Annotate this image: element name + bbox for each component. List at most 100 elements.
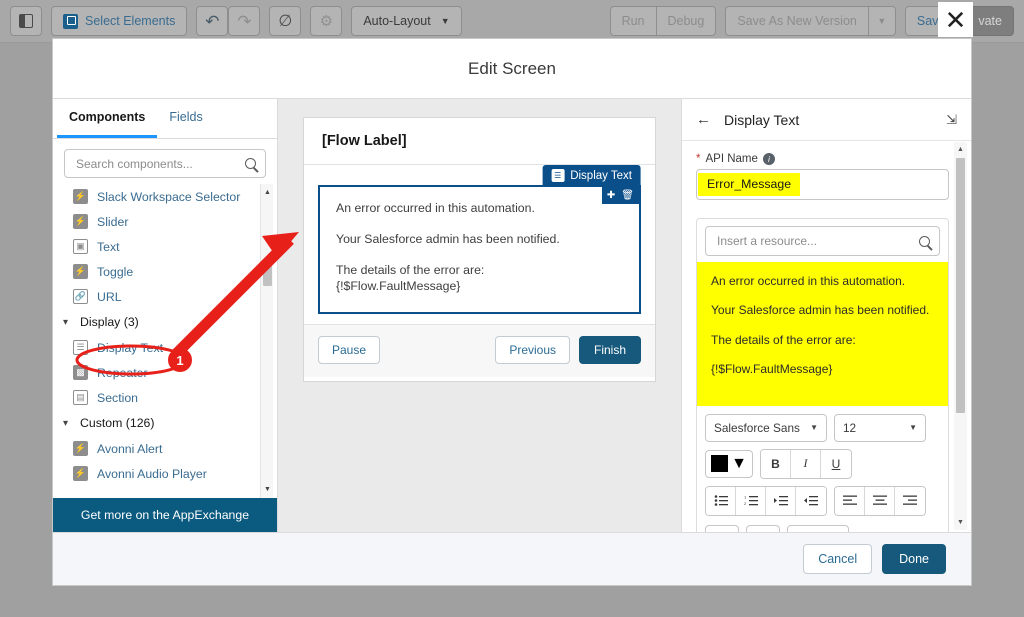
scroll-up-icon[interactable]: ▲ xyxy=(954,143,967,156)
font-size-dropdown[interactable]: 12 ▼ xyxy=(834,414,926,442)
outdent-button[interactable] xyxy=(796,487,826,515)
chevron-down-icon: ▼ xyxy=(810,423,818,432)
tab-components[interactable]: Components xyxy=(57,99,157,138)
layout-mode-dropdown[interactable]: Auto-Layout ▼ xyxy=(351,6,461,36)
font-family-dropdown[interactable]: Salesforce Sans ▼ xyxy=(705,414,827,442)
display-text-component[interactable]: ✚ 🗑 An error occurred in this automation… xyxy=(318,185,641,314)
component-item-slider[interactable]: ⚡ Slider xyxy=(57,209,277,234)
settings-button[interactable]: ⚙ xyxy=(310,6,342,36)
rte-toolbar: Salesforce Sans ▼ 12 ▼ ▼ xyxy=(697,406,948,532)
align-left-icon xyxy=(843,495,857,506)
component-group-custom[interactable]: ▾ Custom (126) xyxy=(57,410,277,436)
finish-button[interactable]: Finish xyxy=(579,336,641,364)
selected-component-tab[interactable]: ☰ Display Text xyxy=(542,165,641,186)
api-name-field[interactable]: Error_Message xyxy=(696,169,949,200)
scroll-up-icon[interactable]: ▲ xyxy=(261,186,274,199)
component-item-url[interactable]: 🔗 URL xyxy=(57,284,277,309)
component-item-avonni-alert[interactable]: ⚡ Avonni Alert xyxy=(57,436,277,461)
search-components-box[interactable] xyxy=(64,149,266,178)
component-item-slack-workspace-selector[interactable]: ⚡ Slack Workspace Selector xyxy=(57,184,277,209)
done-button[interactable]: Done xyxy=(882,544,946,574)
canvas-body: ☰ Display Text ✚ 🗑 An error occurred in … xyxy=(304,165,655,324)
italic-button[interactable]: I xyxy=(791,450,821,478)
align-left-button[interactable] xyxy=(835,487,865,515)
rte-text-line: The details of the error are: xyxy=(711,333,934,347)
chevron-down-icon: ▼ xyxy=(877,16,886,26)
scrollbar-thumb[interactable] xyxy=(263,262,272,286)
scroll-down-icon[interactable]: ▼ xyxy=(261,483,274,496)
back-arrow-icon[interactable]: ← xyxy=(696,111,711,128)
undo-button[interactable]: ↶ xyxy=(196,6,228,36)
move-icon[interactable]: ✚ xyxy=(607,190,615,201)
cancel-selection-button[interactable]: ∅ xyxy=(269,6,301,36)
component-item-repeater[interactable]: ▩ Repeater xyxy=(57,360,277,385)
previous-button[interactable]: Previous xyxy=(495,336,570,364)
close-icon: ✕ xyxy=(945,7,967,33)
close-button[interactable]: ✕ xyxy=(938,2,973,37)
trash-icon[interactable]: 🗑 xyxy=(621,190,634,201)
align-right-icon xyxy=(903,495,917,506)
bulleted-list-button[interactable] xyxy=(706,487,736,515)
rte-overflow-button[interactable] xyxy=(787,525,849,532)
display-text-icon: ☰ xyxy=(73,340,88,355)
info-icon[interactable]: i xyxy=(763,153,775,165)
done-label: Done xyxy=(899,552,929,566)
appexchange-link[interactable]: Get more on the AppExchange xyxy=(53,498,277,532)
tab-fields-label: Fields xyxy=(169,110,202,124)
toggle-left-panel-button[interactable] xyxy=(10,6,42,36)
component-item-section[interactable]: ▤ Section xyxy=(57,385,277,410)
cancel-icon: ∅ xyxy=(278,11,292,31)
scrollbar-thumb[interactable] xyxy=(956,158,965,413)
numbered-list-button[interactable]: 1 2 xyxy=(736,487,766,515)
select-elements-button[interactable]: Select Elements xyxy=(51,6,187,36)
pause-button[interactable]: Pause xyxy=(318,336,380,364)
lightning-icon: ⚡ xyxy=(73,264,88,279)
components-scrollbar[interactable]: ▲ ▼ xyxy=(260,184,273,498)
text-color-picker[interactable]: ▼ xyxy=(705,450,753,478)
components-list[interactable]: ⚡ Slack Workspace Selector ⚡ Slider ▣ Te… xyxy=(53,184,277,498)
component-item-toggle[interactable]: ⚡ Toggle xyxy=(57,259,277,284)
expand-icon[interactable]: ⇲ xyxy=(946,112,957,128)
save-options-dropdown[interactable]: ▼ xyxy=(868,6,896,36)
insert-resource-box[interactable] xyxy=(705,226,940,256)
save-as-new-version-button[interactable]: Save As New Version xyxy=(725,6,868,36)
redo-button[interactable]: ↷ xyxy=(228,6,260,36)
component-item-avonni-audio-player[interactable]: ⚡ Avonni Audio Player xyxy=(57,461,277,486)
run-button[interactable]: Run xyxy=(610,6,656,36)
select-elements-icon xyxy=(63,14,78,29)
cancel-label: Cancel xyxy=(818,552,857,566)
color-swatch xyxy=(711,455,728,472)
underline-button[interactable]: U xyxy=(821,450,851,478)
debug-button[interactable]: Debug xyxy=(656,6,717,36)
properties-scrollbar[interactable]: ▲ ▼ xyxy=(954,142,967,530)
component-item-display-text[interactable]: ☰ Display Text xyxy=(57,335,277,360)
top-toolbar: Select Elements ↶ ↷ ∅ ⚙ Auto-Layout ▼ Ru… xyxy=(0,0,1024,43)
rte-overflow-button[interactable] xyxy=(705,525,739,532)
bold-button[interactable]: B xyxy=(761,450,791,478)
align-right-button[interactable] xyxy=(895,487,925,515)
panel-tabs: Components Fields xyxy=(53,99,277,139)
activate-button[interactable]: vate xyxy=(966,6,1014,36)
component-label: Repeater xyxy=(97,366,148,380)
lightning-icon: ⚡ xyxy=(73,189,88,204)
alignment-group xyxy=(834,486,926,516)
scroll-down-icon[interactable]: ▼ xyxy=(954,516,967,529)
rte-overflow-button[interactable] xyxy=(746,525,780,532)
lightning-icon: ⚡ xyxy=(73,441,88,456)
component-item-text[interactable]: ▣ Text xyxy=(57,234,277,259)
required-marker: * xyxy=(696,153,700,165)
insert-resource-wrap xyxy=(697,219,948,262)
properties-body: * API Name i Error_Message An e xyxy=(682,141,971,532)
align-center-button[interactable] xyxy=(865,487,895,515)
cancel-button[interactable]: Cancel xyxy=(803,544,872,574)
activate-label: vate xyxy=(978,14,1002,28)
rich-text-content[interactable]: An error occurred in this automation. Yo… xyxy=(697,262,948,406)
properties-title: Display Text xyxy=(724,112,799,128)
chevron-down-icon: ▼ xyxy=(909,423,917,432)
search-components-input[interactable] xyxy=(74,156,239,172)
gear-icon: ⚙ xyxy=(320,12,333,30)
component-group-display[interactable]: ▾ Display (3) xyxy=(57,309,277,335)
indent-button[interactable] xyxy=(766,487,796,515)
insert-resource-input[interactable] xyxy=(715,233,913,249)
tab-fields[interactable]: Fields xyxy=(157,99,214,138)
